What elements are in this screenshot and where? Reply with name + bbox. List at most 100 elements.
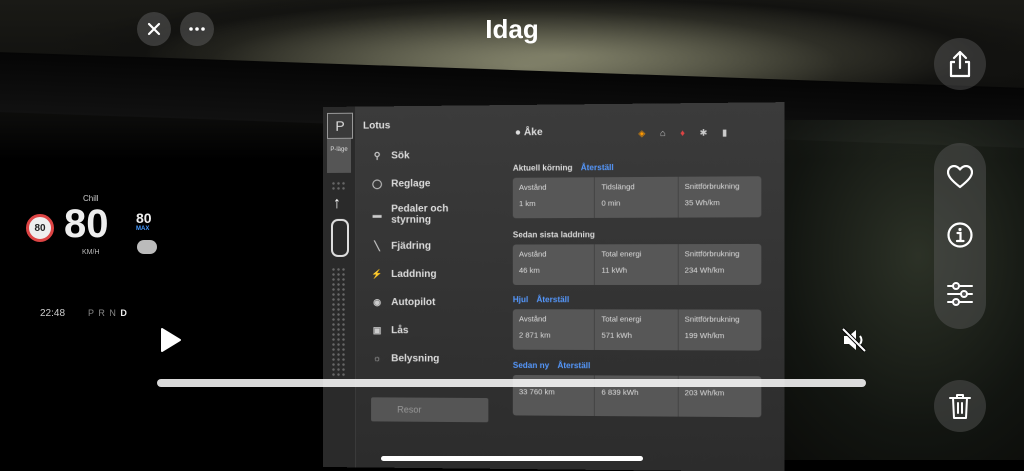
sentry-icon[interactable]: ◈ <box>638 128 645 139</box>
section-title: Sedan sista laddning <box>512 230 595 240</box>
drive-rail: P P-läge ↑ <box>323 106 357 468</box>
cell-label: Tidslängd <box>601 182 635 192</box>
cell-value: 33 760 km <box>518 387 555 397</box>
info-button[interactable] <box>946 221 974 249</box>
cell-value: 11 kWh <box>601 265 628 275</box>
gear-list: P R N <box>88 308 117 318</box>
trip-card: Avstånd 1 km Tidslängd 0 min Snittförbrukn… <box>512 176 762 219</box>
share-icon <box>949 50 971 78</box>
trip-cell: Snittförbrukning 199 Wh/km <box>678 309 761 350</box>
trip-card: Avstånd 46 km Total energi 11 kWh Snittför… <box>512 243 762 285</box>
lock-icon: ▣ <box>372 324 382 335</box>
menu-item-label: Autopilot <box>391 296 436 308</box>
menu-item-controls[interactable]: ◯ Reglage <box>363 169 500 198</box>
page-title: Idag <box>485 14 539 44</box>
menu-item-autopilot[interactable]: ◉ Autopilot <box>363 288 500 316</box>
cell-label: Snittförbrukning <box>684 181 740 192</box>
trip-section-since-new: Sedan ny Återställ 33 760 km 6 839 kWh 20… <box>512 361 762 418</box>
menu-item-label: Pedaler och styrning <box>391 203 449 226</box>
menu-item-label: Lås <box>391 324 409 336</box>
cell-value: 2 871 km <box>518 330 551 340</box>
search-icon: ⚲ <box>373 150 381 161</box>
trips-button[interactable]: Resor <box>371 397 489 423</box>
screen-status-bar: ● Åke ◈ ⌂ ♦ ✱ ▮ <box>515 125 774 144</box>
menu-item-pedals[interactable]: ▬ Pedaler och styrning <box>363 197 500 232</box>
gear-selector: P R N D <box>88 308 128 318</box>
video-scrubber[interactable] <box>157 379 866 387</box>
share-button[interactable] <box>934 38 986 90</box>
menu-item-label: Sök <box>391 149 410 162</box>
home-icon[interactable]: ⌂ <box>660 128 666 139</box>
active-gear: D <box>120 308 128 318</box>
trip-cell: Total energi 11 kWh <box>595 244 679 285</box>
adjust-button[interactable] <box>946 280 974 308</box>
reset-link[interactable]: Återställ <box>581 163 614 172</box>
video-frame: Chill 80 80 KM/H 80 MAX 22:48 P R N D P … <box>0 0 1024 471</box>
driver-name: Åke <box>523 126 543 139</box>
bluetooth-icon[interactable]: ✱ <box>700 128 708 139</box>
rail-dots <box>330 266 348 378</box>
trip-card: Avstånd 2 871 km Total energi 571 kWh Snit… <box>512 309 762 351</box>
trip-section-current: Aktuell körning Återställ Avstånd 1 km Tid… <box>512 162 762 219</box>
speed-limit-sign: 80 <box>26 214 54 242</box>
status-icons: ◈ ⌂ ♦ ✱ ▮ <box>638 127 727 139</box>
car-topview-icon <box>330 218 350 257</box>
cell-label: Total energi <box>601 249 642 259</box>
trip-cell: Snittförbrukning 234 Wh/km <box>678 244 761 285</box>
home-indicator[interactable] <box>381 456 643 461</box>
cell-value: 203 Wh/km <box>684 388 725 398</box>
trash-icon <box>949 394 971 419</box>
bell-icon[interactable]: ♦ <box>680 128 685 139</box>
bolt-icon: ⚡ <box>371 268 383 279</box>
driver-profile[interactable]: ● Åke <box>515 127 543 138</box>
cell-value: 35 Wh/km <box>684 197 720 208</box>
section-header: Sedan ny Återställ <box>513 361 762 371</box>
favorite-button[interactable] <box>946 163 974 191</box>
trip-cell: Avstånd 46 km <box>512 244 596 285</box>
settings-menu: Lotus ⚲ Sök ◯ Reglage ▬ Pedaler och styrnin… <box>363 119 500 373</box>
menu-item-label: Laddning <box>391 268 437 280</box>
menu-item-charging[interactable]: ⚡ Laddning <box>363 260 500 288</box>
cruise-limit-label: MAX <box>136 226 150 232</box>
park-indicator: P <box>326 112 354 139</box>
cell-value: 1 km <box>518 198 536 209</box>
menu-item-label: Belysning <box>391 352 440 365</box>
trip-section-since-charge: Sedan sista laddning Avstånd 46 km Total … <box>512 230 762 285</box>
mute-button[interactable] <box>840 326 868 354</box>
menu-item-suspension[interactable]: ╲ Fjädring <box>363 231 500 260</box>
play-icon <box>161 328 181 352</box>
sun-icon: ☼ <box>372 353 382 364</box>
speed-unit: KM/H <box>82 249 100 256</box>
menu-item-locks[interactable]: ▣ Lås <box>363 316 500 345</box>
section-title: Sedan ny <box>512 360 550 371</box>
section-header: Aktuell körning Återställ <box>513 162 762 173</box>
cell-label: Snittförbrukning <box>684 249 740 259</box>
cell-value: 6 839 kWh <box>601 387 639 397</box>
toggle-icon: ◯ <box>372 178 383 189</box>
section-header: Sedan sista laddning <box>512 230 762 240</box>
speaker-muted-icon <box>841 327 867 353</box>
car-touchscreen: P P-läge ↑ Lotus ⚲ Sök ◯ Reglage ▬ Pedaler … <box>323 102 785 471</box>
play-button[interactable] <box>156 326 184 354</box>
park-label: P-läge <box>326 138 352 173</box>
cruise-control-icon <box>137 240 157 254</box>
reset-link[interactable]: Återställ <box>536 295 569 304</box>
delete-button[interactable] <box>934 380 986 432</box>
current-speed: 80 <box>64 202 109 246</box>
section-title: Hjul <box>512 295 529 305</box>
menu-item-search[interactable]: ⚲ Sök <box>363 141 500 170</box>
info-icon <box>947 222 973 248</box>
user-icon: ● <box>514 127 522 139</box>
sliders-icon <box>947 282 973 306</box>
trip-cell: Snittförbrukning 35 Wh/km <box>678 176 761 217</box>
trip-cell: Total energi 571 kWh <box>595 309 679 351</box>
menu-item-lights[interactable]: ☼ Belysning <box>363 344 500 373</box>
trip-cell: Tidslängd 0 min <box>595 176 679 218</box>
cruise-limit: 80 <box>136 210 152 226</box>
trip-cell: Avstånd 2 871 km <box>512 309 596 350</box>
clock: 22:48 <box>40 308 66 319</box>
cell-value: 199 Wh/km <box>684 330 725 341</box>
instrument-cluster: Chill 80 80 KM/H 80 MAX 22:48 P R N D <box>20 190 170 330</box>
cell-value: 0 min <box>601 198 621 208</box>
reset-link[interactable]: Återställ <box>557 361 590 370</box>
